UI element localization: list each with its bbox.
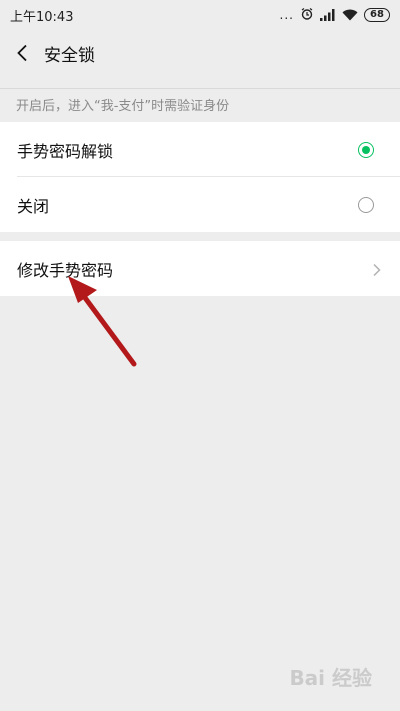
more-dots-icon: ... [279,8,294,22]
status-icons: ... 68 [280,6,390,25]
signal-icon [320,6,336,25]
header-divider [0,88,400,89]
radio-checked-icon[interactable] [358,141,374,158]
option-label: 手势密码解锁 [17,141,114,161]
status-bar: 上午10:43 ... 68 [0,0,400,30]
wifi-icon [342,6,358,25]
action-label: 修改手势密码 [17,260,114,280]
option-label: 关闭 [17,196,50,216]
alarm-icon [300,6,314,25]
radio-unchecked-icon[interactable] [358,196,374,213]
option-close[interactable]: 关闭 [0,177,400,232]
hint-text: 开启后，进入“我-支付”时需验证身份 [16,99,230,114]
status-time: 上午10:43 [10,9,74,25]
page-title: 安全锁 [44,45,95,66]
battery-icon: 68 [364,8,390,22]
watermark: Bai 经验 [289,666,372,690]
chevron-right-icon [370,262,384,276]
back-chevron-icon[interactable] [4,30,40,76]
action-group: 修改手势密码 [0,241,400,296]
header: 安全锁 [0,30,400,76]
option-gesture-unlock[interactable]: 手势密码解锁 [0,122,400,177]
lock-options-group: 手势密码解锁 关闭 [0,122,400,232]
radio-dot [362,145,370,154]
modify-gesture-password-row[interactable]: 修改手势密码 [0,241,400,296]
